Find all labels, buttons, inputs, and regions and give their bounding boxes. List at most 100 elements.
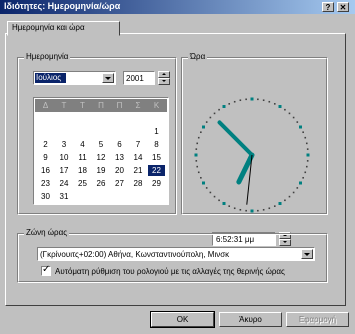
weekday-header: Π — [98, 101, 104, 110]
close-button[interactable]: ✕ — [337, 2, 349, 12]
title-bar: Ιδιότητες: Ημερομηνία/ώρα ? ✕ — [0, 0, 355, 14]
calendar-day[interactable]: 23 — [37, 178, 54, 189]
clock-minute-marker — [195, 148, 198, 150]
calendar-day[interactable]: 18 — [74, 165, 91, 176]
year-up-button[interactable] — [158, 71, 170, 78]
clock-minute-marker — [245, 209, 247, 212]
calendar-day[interactable]: 4 — [74, 139, 91, 150]
calendar-day[interactable]: 9 — [37, 152, 54, 163]
weekday-header: Τ — [61, 101, 67, 110]
clock-hour-marker — [298, 181, 302, 185]
calendar-day[interactable]: 14 — [130, 152, 147, 163]
calendar[interactable]: Δ Τ Τ Π Π Σ Κ 1 2 3 4 5 6 7 8 9 10 11 12 13 14 15 16 17 18 19 20 21… — [33, 97, 169, 205]
year-spinner[interactable] — [158, 71, 170, 85]
calendar-day[interactable]: 3 — [56, 139, 73, 150]
clock-minute-marker — [262, 99, 265, 102]
clock-minute-marker — [262, 208, 265, 211]
dst-label[interactable]: Αυτόματη ρύθμιση του ρολογιού με τις αλλ… — [55, 267, 285, 276]
month-dropdown-button[interactable] — [102, 73, 114, 83]
ok-button[interactable]: OK — [150, 311, 215, 328]
tab-label: Ημερομηνία και ώρα — [12, 23, 85, 32]
calendar-day[interactable]: 31 — [56, 191, 73, 202]
clock-minute-marker — [213, 112, 216, 115]
clock-hour-marker — [250, 209, 254, 213]
clock-minute-marker — [209, 116, 212, 119]
clock-minute-marker — [196, 165, 199, 168]
clock-minute-marker — [273, 205, 276, 207]
weekday-header: Τ — [80, 101, 85, 110]
clock-minute-marker — [292, 116, 295, 119]
apply-button[interactable]: Εφαρμογή — [286, 312, 349, 327]
clock-minute-marker — [306, 160, 309, 162]
month-value: Ιούλιος — [35, 73, 66, 83]
month-select[interactable]: Ιούλιος — [33, 71, 116, 85]
clock-hour-marker — [250, 97, 254, 101]
timezone-group-label: Ζώνη ώρας — [24, 228, 70, 237]
clock-minute-marker — [304, 171, 307, 174]
clock-minute-marker — [218, 199, 220, 202]
year-field[interactable]: 2001 — [123, 71, 155, 85]
calendar-day[interactable]: 5 — [93, 139, 110, 150]
dst-checkbox[interactable] — [41, 264, 51, 276]
clock-minute-marker — [228, 205, 231, 207]
year-down-button[interactable] — [158, 78, 170, 85]
clock-hour-marker — [306, 153, 310, 157]
clock-minute-marker — [239, 208, 242, 211]
clock-minute-marker — [257, 209, 259, 212]
calendar-day[interactable]: 24 — [56, 178, 73, 189]
clock-minute-marker — [197, 136, 200, 139]
clock-minute-marker — [284, 199, 286, 202]
calendar-day[interactable]: 30 — [37, 191, 54, 202]
calendar-day[interactable]: 27 — [111, 178, 128, 189]
timezone-select[interactable]: (Γκρίνουιτς+02:00) Αθήνα, Κωνσταντινούπο… — [37, 247, 315, 261]
weekday-header: Σ — [135, 101, 141, 110]
calendar-day[interactable]: 25 — [74, 178, 91, 189]
clock-minute-marker — [273, 103, 276, 105]
calendar-day[interactable]: 28 — [130, 178, 147, 189]
clock-minute-marker — [304, 136, 307, 139]
clock-hour-marker — [194, 153, 198, 157]
tab-date-time[interactable]: Ημερομηνία και ώρα — [7, 21, 120, 36]
calendar-day[interactable]: 29 — [148, 178, 165, 189]
calendar-day[interactable]: 20 — [111, 165, 128, 176]
calendar-day[interactable]: 16 — [37, 165, 54, 176]
calendar-day[interactable]: 26 — [93, 178, 110, 189]
calendar-day[interactable]: 10 — [56, 152, 73, 163]
help-button[interactable]: ? — [322, 2, 334, 12]
clock-minute-marker — [288, 195, 291, 198]
analog-clock — [194, 97, 310, 213]
calendar-day[interactable]: 11 — [74, 152, 91, 163]
calendar-day[interactable]: 15 — [148, 152, 165, 163]
clock-minute-marker — [209, 191, 212, 194]
calendar-day[interactable]: 19 — [93, 165, 110, 176]
calendar-day[interactable]: 21 — [130, 165, 147, 176]
clock-hour-marker — [222, 105, 226, 109]
clock-minute-marker — [228, 103, 231, 105]
clock-minute-marker — [200, 176, 202, 179]
calendar-day[interactable]: 12 — [93, 152, 110, 163]
clock-minute-marker — [257, 98, 259, 101]
date-group-label: Ημερομηνία — [24, 52, 71, 61]
clock-minute-marker — [213, 195, 216, 198]
clock-minute-marker — [305, 142, 308, 145]
cancel-button[interactable]: Άκυρο — [219, 312, 282, 327]
timezone-dropdown-button[interactable] — [301, 249, 313, 259]
calendar-day[interactable]: 13 — [111, 152, 128, 163]
clock-hour-marker — [278, 105, 282, 109]
clock-minute-marker — [296, 121, 299, 123]
weekday-header: Π — [116, 101, 123, 110]
calendar-day[interactable]: 2 — [37, 139, 54, 150]
calendar-day[interactable]: 22 — [148, 165, 165, 176]
timezone-value: (Γκρίνουιτς+02:00) Αθήνα, Κωνσταντινούπο… — [40, 250, 230, 259]
clock-minute-marker — [233, 100, 236, 103]
year-value: 2001 — [126, 74, 144, 83]
weekday-header: Δ — [42, 101, 49, 110]
clock-minute-marker — [296, 187, 299, 189]
calendar-day[interactable]: 17 — [56, 165, 73, 176]
calendar-day[interactable]: 8 — [148, 139, 165, 150]
calendar-day[interactable]: 1 — [148, 126, 165, 137]
clock-minute-marker — [197, 171, 200, 174]
calendar-day[interactable]: 7 — [130, 139, 147, 150]
clock-minute-marker — [292, 191, 295, 194]
calendar-day[interactable]: 6 — [111, 139, 128, 150]
